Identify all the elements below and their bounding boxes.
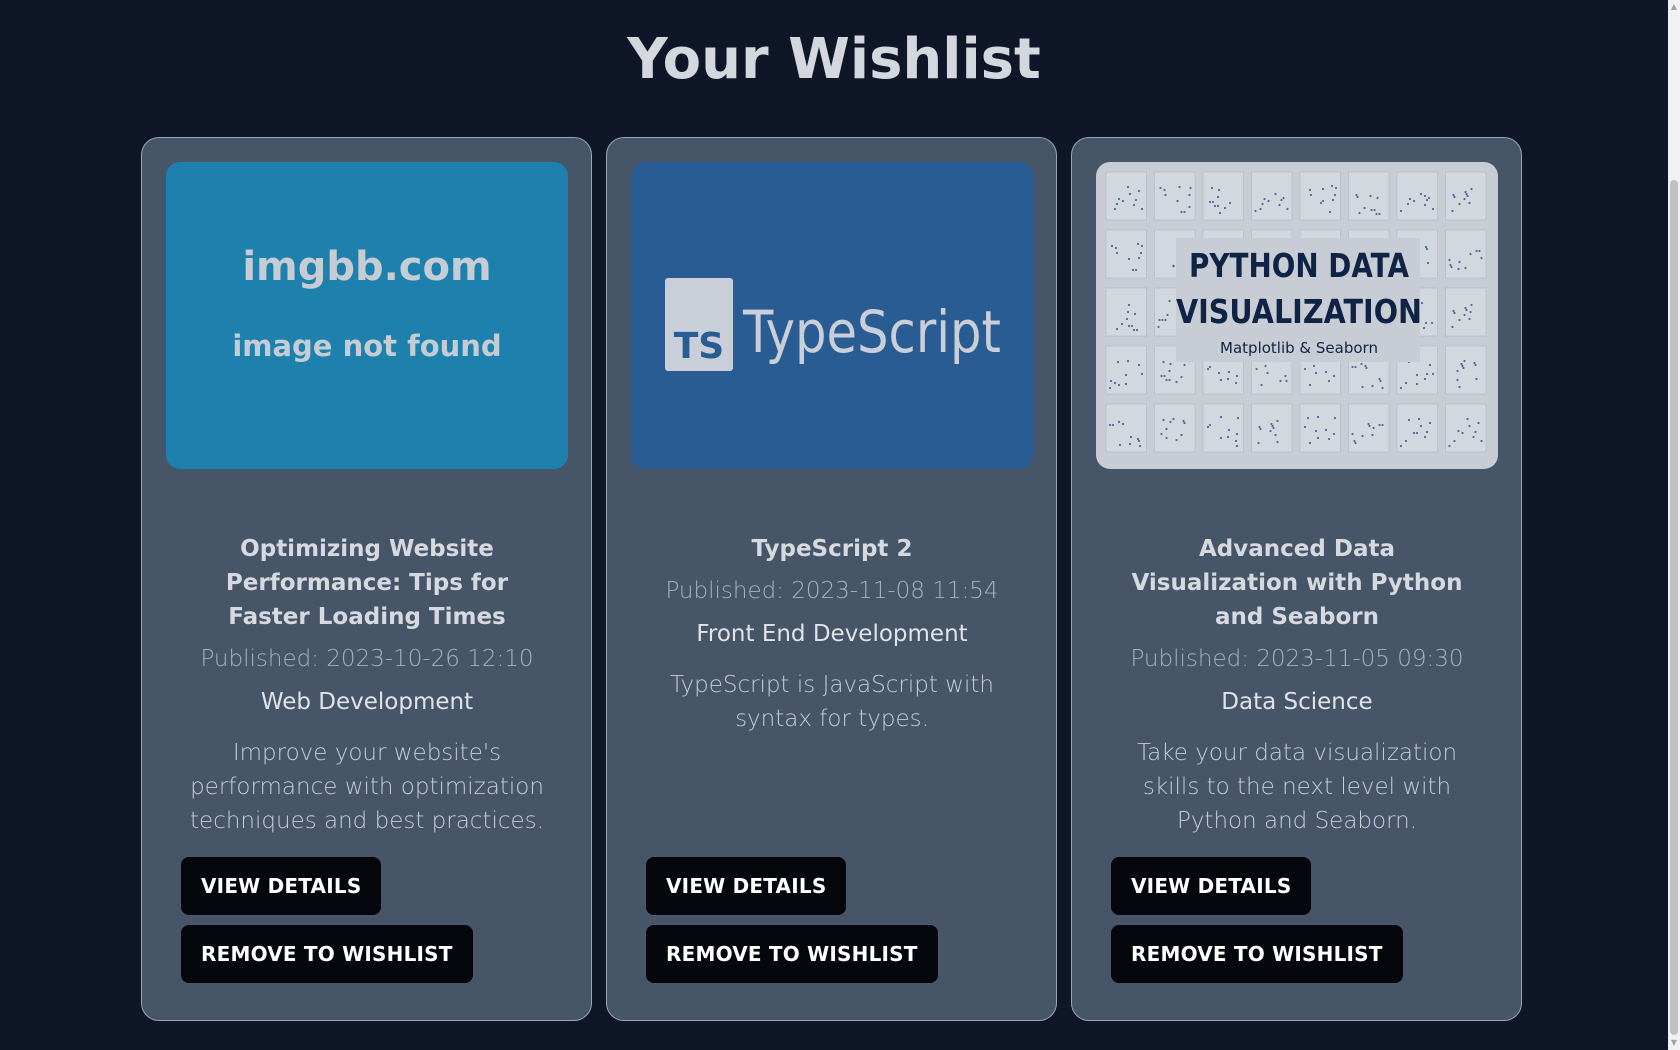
scroll-up-arrow-icon[interactable]: ▲ — [1668, 0, 1680, 14]
image-text-not-found: image not found — [232, 329, 501, 363]
remove-from-wishlist-button[interactable]: REMOVE TO WISHLIST — [181, 925, 473, 983]
image-heading-line2: VISUALIZATION — [1176, 292, 1422, 331]
card-body: Optimizing Website Performance: Tips for… — [166, 532, 568, 838]
wishlist-card: imgbb.com image not found Optimizing Web… — [141, 137, 592, 1021]
page-title: Your Wishlist — [627, 27, 1041, 92]
card-published-date: Published: 2023-11-05 09:30 — [1130, 646, 1464, 672]
card-thumbnail: PYTHON DATA VISUALIZATION Matplotlib & S… — [1096, 162, 1498, 469]
image-not-found-thumbnail: imgbb.com image not found — [166, 162, 568, 469]
wishlist-page: Your Wishlist imgbb.com image not found … — [0, 0, 1668, 1050]
card-thumbnail: TS TypeScript — [631, 162, 1033, 469]
remove-from-wishlist-button[interactable]: REMOVE TO WISHLIST — [646, 925, 938, 983]
wishlist-card: TS TypeScript TypeScript 2 Published: 20… — [606, 137, 1057, 1021]
ts-logo-text: TS — [674, 326, 724, 367]
card-description: TypeScript is JavaScript with syntax for… — [670, 672, 994, 732]
image-subheading: Matplotlib & Seaborn — [1220, 339, 1378, 357]
image-heading-line1: PYTHON DATA — [1189, 246, 1409, 285]
card-title: Advanced Data Visualization with Python … — [1131, 536, 1463, 630]
card-description: Take your data visualization skills to t… — [1136, 740, 1458, 834]
view-details-button[interactable]: VIEW DETAILS — [1111, 857, 1312, 915]
card-category: Front End Development — [696, 621, 968, 647]
view-details-button[interactable]: VIEW DETAILS — [646, 857, 847, 915]
wishlist-cards: imgbb.com image not found Optimizing Web… — [141, 137, 1522, 1021]
card-category: Data Science — [1221, 689, 1373, 715]
view-details-button[interactable]: VIEW DETAILS — [181, 857, 382, 915]
image-text-domain: imgbb.com — [242, 244, 491, 290]
card-published-date: Published: 2023-11-08 11:54 — [665, 578, 999, 604]
card-body: Advanced Data Visualization with Python … — [1096, 532, 1498, 838]
wishlist-card: PYTHON DATA VISUALIZATION Matplotlib & S… — [1071, 137, 1522, 1021]
card-published-date: Published: 2023-10-26 12:10 — [200, 646, 534, 672]
card-thumbnail: imgbb.com image not found — [166, 162, 568, 469]
card-category: Web Development — [260, 689, 474, 715]
card-title: TypeScript 2 — [751, 536, 913, 562]
card-title: Optimizing Website Performance: Tips for… — [225, 536, 509, 630]
typescript-wordmark: TypeScript — [742, 298, 1001, 366]
card-description: Improve your website's performance with … — [190, 740, 544, 834]
page-scrollbar[interactable]: ▲ ▼ — [1668, 0, 1680, 1050]
remove-from-wishlist-button[interactable]: REMOVE TO WISHLIST — [1111, 925, 1403, 983]
scroll-down-arrow-icon[interactable]: ▼ — [1668, 1036, 1680, 1050]
typescript-logo-thumbnail: TS TypeScript — [631, 162, 1033, 469]
scrollbar-thumb[interactable] — [1670, 180, 1678, 1035]
python-data-visualization-thumbnail: PYTHON DATA VISUALIZATION Matplotlib & S… — [1096, 162, 1498, 469]
card-body: TypeScript 2 Published: 2023-11-08 11:54… — [631, 532, 1033, 736]
